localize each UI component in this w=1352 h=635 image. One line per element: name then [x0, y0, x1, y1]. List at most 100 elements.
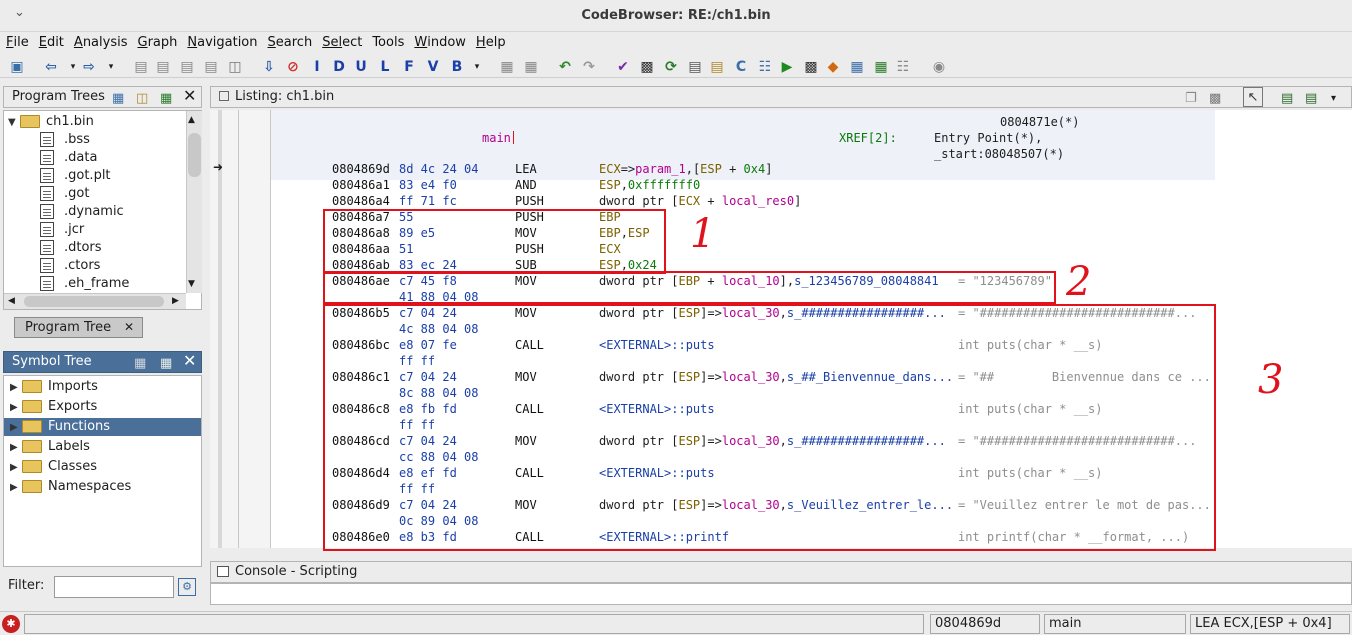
- symbol-tree-item[interactable]: ▶ Functions: [4, 418, 201, 436]
- function-icon[interactable]: F: [400, 58, 418, 76]
- vertical-scrollbar[interactable]: ▲ ▼: [186, 111, 202, 293]
- data-icon[interactable]: D: [330, 58, 348, 76]
- nav-next-instruction-icon[interactable]: ▤: [132, 58, 150, 76]
- row-operands[interactable]: ESP,0xfffffff0: [599, 178, 700, 192]
- xref-3[interactable]: _start:08048507(*): [934, 147, 1064, 161]
- run-icon[interactable]: ▶: [778, 58, 796, 76]
- bytes-edit-icon[interactable]: ▦: [498, 58, 516, 76]
- menu-item[interactable]: Select: [316, 33, 366, 50]
- bytes-view-icon[interactable]: ▦: [522, 58, 540, 76]
- help-icon[interactable]: ◉: [930, 58, 948, 76]
- graph-icon[interactable]: ☷: [756, 58, 774, 76]
- menu-item[interactable]: Navigation: [181, 33, 261, 50]
- listing-row[interactable]: 0804869d 8d 4c 24 04 LEA ECX=>param_1,[ESP …: [271, 162, 1352, 178]
- row-operands[interactable]: dword ptr [ECX + local_res0]: [599, 194, 801, 208]
- paste-icon[interactable]: ▩: [1209, 89, 1221, 109]
- undo-icon[interactable]: ↶: [556, 58, 574, 76]
- scroll-up-icon[interactable]: ▲: [188, 115, 195, 125]
- xref-2[interactable]: Entry Point(*),: [934, 131, 1042, 145]
- function-label[interactable]: main: [482, 131, 511, 145]
- byte-icon[interactable]: B: [448, 58, 466, 76]
- tab-program-tree[interactable]: Program Tree ✕: [14, 317, 143, 338]
- symbol-tree-item[interactable]: ▶ Namespaces: [4, 478, 201, 496]
- down-arrow-icon[interactable]: ⇩: [260, 58, 278, 76]
- scroll-down-icon[interactable]: ▼: [188, 279, 195, 289]
- back-icon[interactable]: ⇦: [42, 58, 60, 76]
- symbol-refresh-icon[interactable]: ▦: [160, 354, 172, 374]
- expand-icon[interactable]: ▶: [10, 459, 22, 477]
- forward-icon[interactable]: ⇨: [80, 58, 98, 76]
- tree-item[interactable]: .ctors: [40, 257, 100, 275]
- clear-icon[interactable]: ⊘: [284, 58, 302, 76]
- new-tree-icon[interactable]: ▦: [112, 89, 124, 109]
- expand-icon[interactable]: ▶: [10, 479, 22, 497]
- menu-item[interactable]: Window: [408, 33, 470, 50]
- menu-item[interactable]: Analysis: [68, 33, 132, 50]
- collapse-icon[interactable]: ▼: [8, 114, 20, 132]
- table-icon[interactable]: ▦: [848, 58, 866, 76]
- tree-item[interactable]: .data: [40, 149, 97, 167]
- close-symbol-tree-icon[interactable]: ✕: [183, 351, 196, 371]
- menu-item[interactable]: File: [0, 33, 33, 50]
- nav-next-undefined-icon[interactable]: ▤: [178, 58, 196, 76]
- cursor-mode-icon[interactable]: ↖: [1243, 87, 1263, 107]
- save-icon[interactable]: ▣: [8, 58, 26, 76]
- tree-item[interactable]: .got: [40, 185, 89, 203]
- tree-item[interactable]: .jcr: [40, 221, 84, 239]
- tree-item[interactable]: .dtors: [40, 239, 102, 257]
- memory-icon[interactable]: ▩: [638, 58, 656, 76]
- scroll-right-icon[interactable]: ▶: [172, 296, 179, 306]
- copy-icon[interactable]: ❐: [1185, 89, 1197, 109]
- row-operands[interactable]: ECX=>param_1,[ESP + 0x4]: [599, 162, 772, 176]
- check-icon[interactable]: ✔: [614, 58, 632, 76]
- listing-format-icon[interactable]: ▤: [1281, 89, 1293, 109]
- expand-icon[interactable]: ▶: [10, 379, 22, 397]
- scroll-left-icon[interactable]: ◀: [8, 296, 15, 306]
- console-body[interactable]: [210, 583, 1352, 605]
- label-icon[interactable]: L: [376, 58, 394, 76]
- variable-icon[interactable]: V: [424, 58, 442, 76]
- menu-item[interactable]: Help: [470, 33, 510, 50]
- symbol-tree-item[interactable]: ▶ Imports: [4, 378, 201, 396]
- ghidra-icon[interactable]: ✱: [2, 615, 20, 633]
- forward-dropdown-icon[interactable]: ▾: [102, 58, 120, 76]
- symbol-tree-item[interactable]: ▶ Exports: [4, 398, 201, 416]
- redo-icon[interactable]: ↷: [580, 58, 598, 76]
- expand-icon[interactable]: ▶: [10, 399, 22, 417]
- nav-next-label-icon[interactable]: ▤: [202, 58, 220, 76]
- expand-icon[interactable]: ▶: [10, 419, 22, 437]
- tree-item[interactable]: .got.plt: [40, 167, 111, 185]
- menu-item[interactable]: Search: [262, 33, 317, 50]
- close-tab-icon[interactable]: ✕: [124, 318, 134, 337]
- symbol-edit-icon[interactable]: ▦: [134, 354, 146, 374]
- tree-icon[interactable]: ☷: [894, 58, 912, 76]
- symbol-tree-item[interactable]: ▶ Classes: [4, 458, 201, 476]
- horizontal-scrollbar[interactable]: ◀ ▶: [4, 293, 186, 309]
- menu-item[interactable]: Tools: [366, 33, 408, 50]
- listing-row[interactable]: 080486a1 83 e4 f0 AND ESP,0xfffffff0: [271, 178, 1352, 194]
- terminal-icon[interactable]: ▩: [802, 58, 820, 76]
- expand-icon[interactable]: ▶: [10, 439, 22, 457]
- nav-next-function-icon[interactable]: ◫: [226, 58, 244, 76]
- menu-item[interactable]: Edit: [33, 33, 68, 50]
- symbol-tree-item[interactable]: ▶ Labels: [4, 438, 201, 456]
- tree-item[interactable]: .eh_frame: [40, 275, 129, 293]
- bookmark-icon[interactable]: ◆: [824, 58, 842, 76]
- tree-refresh-icon[interactable]: ▦: [160, 89, 172, 109]
- listing-row[interactable]: 080486a4 ff 71 fc PUSH dword ptr [ECX + loc…: [271, 194, 1352, 210]
- tree-item[interactable]: .dynamic: [40, 203, 124, 221]
- byte-dropdown-icon[interactable]: ▾: [468, 58, 486, 76]
- export-icon[interactable]: ▦: [872, 58, 890, 76]
- listing-icon[interactable]: ▤: [686, 58, 704, 76]
- listing-menu-icon[interactable]: ▾: [1331, 89, 1336, 109]
- refresh-icon[interactable]: ⟳: [662, 58, 680, 76]
- menu-item[interactable]: Graph: [131, 33, 181, 50]
- tree-item[interactable]: .bss: [40, 131, 90, 149]
- filter-input[interactable]: [54, 576, 174, 598]
- open-tree-icon[interactable]: ◫: [136, 89, 148, 109]
- nav-next-data-icon[interactable]: ▤: [154, 58, 172, 76]
- h-scroll-thumb[interactable]: [24, 296, 164, 307]
- instruction-icon[interactable]: I: [308, 58, 326, 76]
- listing-diff-icon[interactable]: ▤: [1305, 89, 1317, 109]
- xref-1[interactable]: 0804871e(*): [1000, 115, 1079, 129]
